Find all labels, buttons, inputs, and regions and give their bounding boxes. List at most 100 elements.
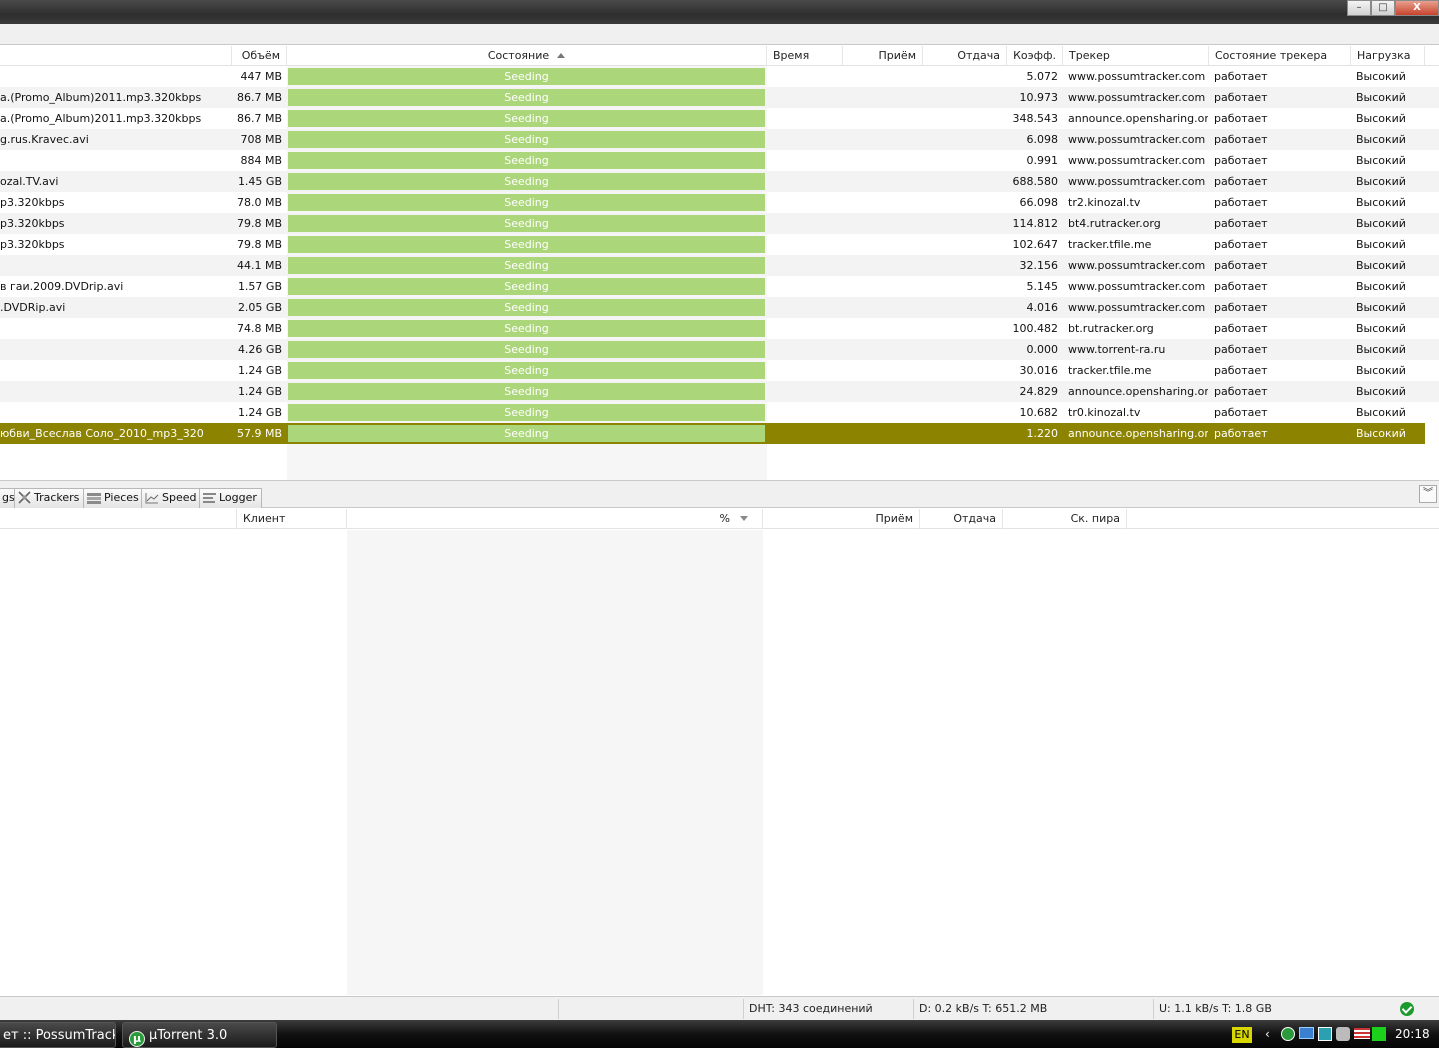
torrent-row[interactable]: 44.1 MB 32.156 www.possumtracker.com работа… [0,255,1439,276]
column-status-label: Состояние [487,49,550,62]
tray-expand-icon[interactable]: ‹ [1265,1020,1270,1048]
column-up-speed[interactable]: Отдача [923,46,1007,66]
column-ratio[interactable]: Коэфф. [1007,46,1063,66]
window-controls: – □ X [1347,0,1439,16]
clock[interactable]: 20:18 [1395,1020,1430,1048]
torrent-row[interactable]: 447 MB 5.072 www.possumtracker.com работает… [0,66,1439,87]
peers-column-up[interactable]: Отдача [920,509,1003,529]
seeding-progress-bar: Seeding [288,383,765,400]
torrent-status: Seeding [504,364,549,377]
tray-flag-icon[interactable] [1354,1028,1370,1039]
torrent-row[interactable]: 1.24 GB 30.016 tracker.tfile.me работает Выс… [0,360,1439,381]
status-download[interactable]: D: 0.2 kB/s T: 651.2 MB [913,999,1153,1019]
column-time[interactable]: Время [767,46,843,66]
torrent-tracker: announce.opensharing.org [1068,427,1208,440]
tray-app-icon[interactable] [1318,1027,1332,1041]
collapse-panel-button[interactable]: ︾ [1419,485,1437,503]
peers-percent-label: % [719,512,730,525]
peers-list[interactable] [0,530,1439,995]
torrent-row[interactable]: g.rus.Kravec.avi 708 MB 6.098 www.possumtra… [0,129,1439,150]
tab-logger[interactable]: Logger [199,488,262,508]
torrent-name: a.(Promo_Album)2011.mp3.320kbps [0,91,202,104]
torrent-ratio: 102.647 [1012,238,1059,251]
tab-pieces[interactable]: Pieces [83,488,144,508]
torrent-row[interactable]: 884 MB 0.991 www.possumtracker.com работает… [0,150,1439,171]
torrent-row[interactable]: .DVDRip.avi 2.05 GB 4.016 www.possumtracker… [0,297,1439,318]
close-button[interactable]: X [1395,0,1439,16]
tray-utorrent-icon[interactable] [1281,1027,1295,1041]
torrent-load: Высокий [1356,406,1406,419]
taskbar-item-browser[interactable]: ет :: PossumTrack... [0,1022,116,1048]
torrent-ratio: 30.016 [1019,364,1059,377]
torrent-size: 1.57 GB [237,280,282,293]
torrent-row[interactable]: a.(Promo_Album)2011.mp3.320kbps 86.7 MB 10… [0,87,1439,108]
torrent-name: .DVDRip.avi [0,301,66,314]
peers-column-down[interactable]: Приём [763,509,920,529]
tab-speed[interactable]: Speed [141,488,202,508]
tray-volume-icon[interactable] [1336,1027,1350,1041]
torrent-load: Высокий [1356,364,1406,377]
minimize-button[interactable]: – [1347,0,1371,16]
torrent-row[interactable]: в гаи.2009.DVDrip.avi 1.57 GB 5.145 www.pos… [0,276,1439,297]
torrent-name: p3.320kbps [0,217,65,230]
torrent-row[interactable]: 74.8 MB 100.482 bt.rutracker.org работает Вы… [0,318,1439,339]
torrent-row[interactable]: ozal.TV.avi 1.45 GB 688.580 www.possumtrack… [0,171,1439,192]
column-status[interactable]: Состояние [287,46,767,66]
details-tabs: gs Trackers Pieces Speed Logger ︾ [0,480,1439,508]
torrent-tracker: www.possumtracker.com [1068,154,1206,167]
torrent-name: g.rus.Kravec.avi [0,133,89,146]
torrent-ratio: 348.543 [1012,112,1059,125]
torrent-name: a.(Promo_Album)2011.mp3.320kbps [0,112,202,125]
column-size-label: Объём [241,49,280,62]
taskbar-item-utorrent[interactable]: µ µTorrent 3.0 [122,1022,277,1048]
torrent-row[interactable]: 1.24 GB 24.829 announce.opensharing.org раб… [0,381,1439,402]
seeding-progress-bar: Seeding [288,173,765,190]
tab-pieces-label: Pieces [104,491,139,504]
torrent-size: 4.26 GB [237,343,282,356]
torrent-tracker-state: работает [1214,175,1268,188]
peers-column-percent[interactable]: % [347,509,763,529]
tray-status-icon[interactable] [1372,1027,1386,1041]
torrent-row[interactable]: a.(Promo_Album)2011.mp3.320kbps 86.7 MB 34… [0,108,1439,129]
taskbar-item-utorrent-label: µTorrent 3.0 [149,1028,228,1043]
seeding-progress-bar: Seeding [288,110,765,127]
column-tracker[interactable]: Трекер [1063,46,1209,66]
torrent-row[interactable]: p3.320kbps 78.0 MB 66.098 tr2.kinozal.tv раб… [0,192,1439,213]
torrent-ratio: 5.072 [1026,70,1059,83]
torrent-ratio: 688.580 [1012,175,1059,188]
maximize-button[interactable]: □ [1371,0,1395,16]
column-tracker-state[interactable]: Состояние трекера [1209,46,1351,66]
torrent-ratio: 1.220 [1026,427,1059,440]
tab-trackers[interactable]: Trackers [14,488,85,508]
peers-column-client[interactable]: Клиент [237,509,347,529]
torrent-row[interactable]: 4.26 GB 0.000 www.torrent-ra.ru работает Выс… [0,339,1439,360]
column-down-speed[interactable]: Приём [843,46,923,66]
column-load-label: Нагрузка [1357,49,1411,62]
torrent-list-header: Объём Состояние Время Приём Отдача Коэфф… [0,46,1439,66]
torrent-size: 86.7 MB [236,91,282,104]
torrent-tracker: tr2.kinozal.tv [1068,196,1141,209]
column-name[interactable] [0,46,232,66]
seeding-progress-bar: Seeding [288,257,765,274]
network-ok-icon[interactable] [1400,1002,1414,1016]
torrent-ratio: 10.682 [1019,406,1059,419]
taskbar: ет :: PossumTrack... µµTorrent 3.0 EN ‹ … [0,1020,1439,1048]
torrent-tracker: www.possumtracker.com [1068,259,1206,272]
torrent-size: 74.8 MB [236,322,282,335]
peers-column-ip[interactable] [0,509,237,529]
peers-column-peer-speed[interactable]: Ск. пира [1003,509,1127,529]
torrent-name: в гаи.2009.DVDrip.avi [0,280,124,293]
torrent-row[interactable]: p3.320kbps 79.8 MB 114.812 bt4.rutracker.or… [0,213,1439,234]
column-load[interactable]: Нагрузка [1351,46,1425,66]
torrent-row[interactable]: p3.320kbps 79.8 MB 102.647 tracker.tfile.me… [0,234,1439,255]
torrent-tracker-state: работает [1214,406,1268,419]
torrent-tracker-state: работает [1214,364,1268,377]
language-indicator[interactable]: EN [1232,1027,1252,1043]
torrent-load: Высокий [1356,133,1406,146]
torrent-row[interactable]: юбви_Всеслав Соло_2010_mp3_320 57.9 MB 1.2… [0,423,1425,444]
tab-trackers-label: Trackers [34,491,80,504]
column-size[interactable]: Объём [232,46,287,66]
status-upload[interactable]: U: 1.1 kB/s T: 1.8 GB [1153,999,1395,1019]
tray-network-icon[interactable] [1299,1027,1314,1039]
torrent-row[interactable]: 1.24 GB 10.682 tr0.kinozal.tv работает Высок… [0,402,1439,423]
